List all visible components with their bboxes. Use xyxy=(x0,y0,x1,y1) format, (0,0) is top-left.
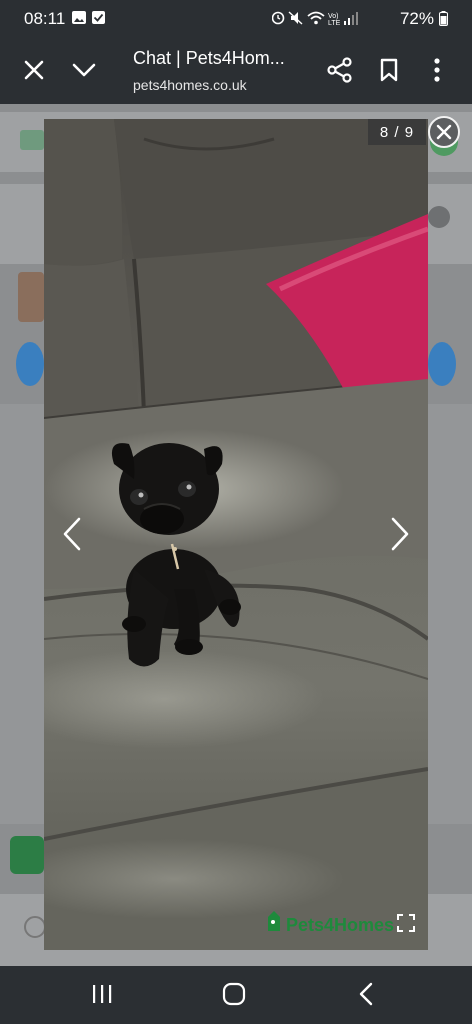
pug-puppy-photo: Pets4Homes xyxy=(44,119,428,950)
system-nav-bar xyxy=(0,966,472,1024)
close-viewer-button[interactable] xyxy=(428,116,460,148)
chevron-right-icon[interactable] xyxy=(390,517,410,556)
chevron-down-icon[interactable] xyxy=(72,62,96,83)
home-icon[interactable] xyxy=(222,982,246,1011)
background-dot xyxy=(428,206,450,228)
browser-toolbar: Chat | Pets4Hom... pets4homes.co.uk xyxy=(0,36,472,104)
more-vert-icon[interactable] xyxy=(432,58,442,87)
background-blue-right xyxy=(428,342,456,386)
background-blue-left xyxy=(16,342,44,386)
battery-percent: 72% xyxy=(399,9,434,28)
bookmark-icon[interactable] xyxy=(380,58,398,87)
status-time: 08:11 xyxy=(24,9,66,28)
share-icon[interactable] xyxy=(327,57,353,88)
image-counter: 8 / 9 xyxy=(368,119,426,145)
background-thumb xyxy=(18,272,44,322)
status-notification-icons xyxy=(72,11,112,30)
image-viewer: Pets4Homes 8 / 9 xyxy=(44,119,428,950)
status-system-icons: Vo) LTE xyxy=(271,10,362,31)
chevron-left-icon[interactable] xyxy=(62,517,82,556)
network-label: Vo) xyxy=(328,13,339,20)
pets4homes-watermark: Pets4Homes xyxy=(268,911,394,935)
watermark-text: Pets4Homes xyxy=(286,915,394,935)
close-icon xyxy=(436,124,452,140)
background-green-button xyxy=(10,836,44,874)
svg-text:LTE: LTE xyxy=(328,20,341,26)
background-circle xyxy=(24,916,46,938)
recents-icon[interactable] xyxy=(90,983,114,1010)
page-url: pets4homes.co.uk xyxy=(133,77,247,93)
back-icon[interactable] xyxy=(358,982,374,1011)
page-title: Chat | Pets4Hom... xyxy=(133,48,285,68)
close-icon[interactable] xyxy=(24,60,44,85)
background-logo xyxy=(20,130,44,150)
battery-icon xyxy=(439,11,448,31)
status-bar: 08:11 Vo) LTE 72% xyxy=(0,0,472,36)
fullscreen-icon[interactable] xyxy=(397,914,415,937)
